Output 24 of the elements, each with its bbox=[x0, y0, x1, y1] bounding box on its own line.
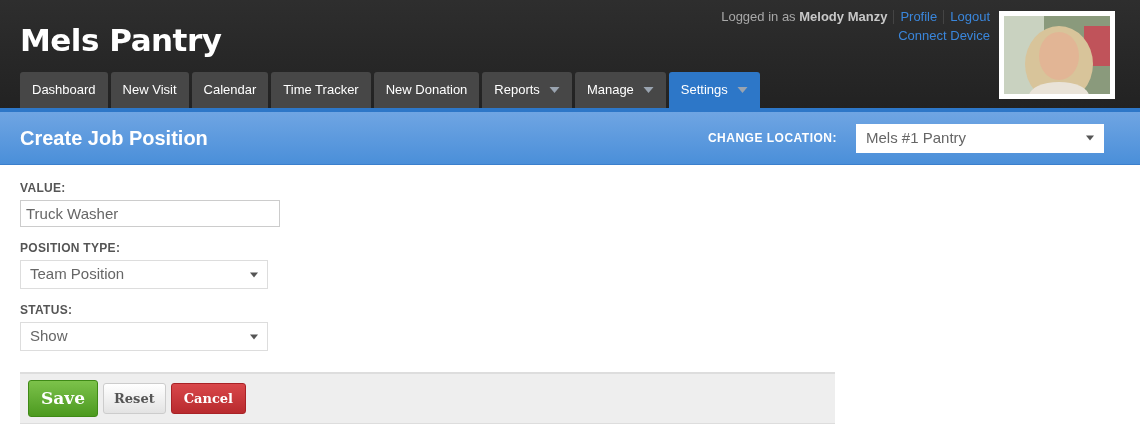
field-label: POSITION TYPE: bbox=[20, 240, 122, 257]
select-field[interactable]: Show bbox=[20, 322, 268, 351]
nav-tab[interactable]: Reports bbox=[482, 72, 572, 108]
nav-tab[interactable]: New Donation bbox=[373, 72, 480, 108]
nav-tab[interactable]: Calendar bbox=[191, 72, 269, 108]
value-field[interactable]: Truck Washer bbox=[20, 200, 280, 227]
select-field[interactable]: Team Position bbox=[20, 260, 268, 289]
header-link[interactable]: Profile bbox=[900, 7, 938, 26]
cancel-button[interactable]: Cancel bbox=[170, 382, 247, 415]
app-title: Mels Pantry bbox=[20, 21, 222, 60]
nav-tab[interactable]: New Visit bbox=[110, 72, 189, 108]
logged-in-text: Logged in as Melody Manzy bbox=[721, 8, 888, 26]
field-label: STATUS: bbox=[20, 302, 74, 319]
location-label: CHANGE LOCATION: bbox=[707, 130, 837, 147]
nav-tab[interactable]: Settings bbox=[668, 72, 760, 108]
nav-tab[interactable]: Time Tracker bbox=[271, 72, 371, 108]
location-select[interactable]: Mels #1 Pantry bbox=[856, 123, 1104, 153]
nav-tab[interactable]: Dashboard bbox=[20, 72, 108, 108]
field-label: VALUE: bbox=[20, 180, 67, 197]
header-link[interactable]: Logout bbox=[950, 7, 990, 26]
page-title: Create Job Position bbox=[20, 126, 208, 151]
nav-tab[interactable]: Manage bbox=[574, 72, 666, 108]
reset-button[interactable]: Reset bbox=[103, 382, 166, 415]
connect-device-link[interactable]: Connect Device bbox=[898, 26, 990, 45]
